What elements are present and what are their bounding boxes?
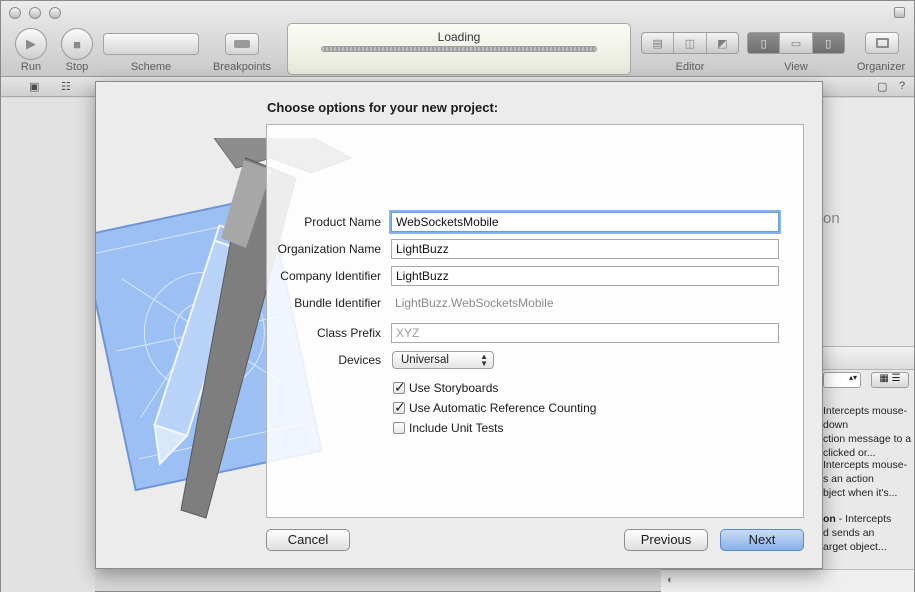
company-identifier-field[interactable]: LightBuzz bbox=[391, 266, 779, 286]
library-item-3-title: on bbox=[823, 513, 836, 525]
navigator-toggle-icon[interactable]: ▯ bbox=[748, 33, 781, 53]
library-item-2-line2: s an action bbox=[823, 473, 874, 485]
utilities-area: on ▴▾ ▦ ☰ Intercepts mouse-down ction me… bbox=[823, 98, 914, 592]
assistant-editor-icon[interactable]: ◫ bbox=[674, 33, 707, 53]
library-item-2-line3: bject when it's... bbox=[823, 487, 898, 499]
options-panel: Product Name WebSocketsMobile Organizati… bbox=[266, 124, 804, 518]
use-arc-label: Use Automatic Reference Counting bbox=[409, 401, 597, 415]
breakpoint-icon bbox=[234, 40, 250, 48]
quick-help-icon[interactable]: ? bbox=[899, 80, 905, 92]
stop-icon: ■ bbox=[73, 36, 81, 52]
use-storyboards-checkbox[interactable]: ✓ bbox=[393, 379, 406, 395]
view-segmented-control[interactable]: ▯ ▭ ▯ bbox=[747, 32, 845, 54]
editor-label: Editor bbox=[675, 61, 705, 73]
toolbar: ▶ Run ■ Stop Scheme Breakpoints Loading … bbox=[1, 1, 914, 77]
stop-label: Stop bbox=[65, 61, 89, 73]
popup-arrows-icon: ▲ ▼ bbox=[480, 352, 488, 368]
library-bar bbox=[823, 346, 914, 370]
xcode-window: ▶ Run ■ Stop Scheme Breakpoints Loading … bbox=[0, 0, 915, 592]
activity-status: Loading bbox=[437, 30, 481, 44]
organizer-icon bbox=[876, 38, 889, 48]
library-item-3-line2: d sends an bbox=[823, 527, 875, 539]
close-window-button[interactable] bbox=[9, 7, 21, 19]
library-item-3: on - Intercepts d sends an arget object.… bbox=[823, 512, 891, 554]
library-item-3-line1: - Intercepts bbox=[838, 513, 892, 525]
library-item-2-line1: Intercepts mouse- bbox=[823, 459, 908, 471]
use-storyboards-label: Use Storyboards bbox=[409, 381, 499, 395]
standard-editor-icon[interactable]: ▤ bbox=[642, 33, 675, 53]
bundle-identifier-value: LightBuzz.WebSocketsMobile bbox=[395, 296, 554, 310]
stop-button[interactable]: ■ bbox=[61, 28, 93, 60]
run-button[interactable]: ▶ bbox=[15, 28, 47, 60]
include-unit-tests-checkbox[interactable] bbox=[393, 422, 405, 434]
company-identifier-label: Company Identifier bbox=[280, 269, 381, 283]
inspector-partial-heading: on bbox=[823, 210, 840, 227]
file-inspector-icon[interactable]: ▢ bbox=[877, 80, 887, 93]
library-item-1-line1: Intercepts mouse-down bbox=[823, 405, 908, 431]
library-filter-popup[interactable]: ▴▾ bbox=[823, 372, 861, 388]
fullscreen-icon[interactable] bbox=[894, 7, 905, 18]
play-icon: ▶ bbox=[26, 36, 36, 51]
breakpoints-button[interactable] bbox=[225, 33, 259, 55]
library-item-3-line3: arget object... bbox=[823, 541, 887, 553]
filter-icon[interactable]: ◐ bbox=[667, 574, 674, 586]
activity-viewer: Loading bbox=[287, 23, 631, 75]
class-prefix-field[interactable]: XYZ bbox=[391, 323, 779, 343]
devices-label: Devices bbox=[338, 353, 381, 367]
library-filter-bar: ◐ bbox=[661, 569, 914, 592]
minimize-window-button[interactable] bbox=[29, 7, 41, 19]
version-editor-icon[interactable]: ◩ bbox=[707, 33, 738, 53]
previous-button[interactable]: Previous bbox=[624, 529, 708, 551]
scheme-label: Scheme bbox=[130, 61, 172, 73]
view-label: View bbox=[784, 61, 808, 73]
library-item-1-line2: ction message to a bbox=[823, 433, 912, 445]
project-navigator-icon[interactable]: ▣ bbox=[29, 80, 39, 93]
use-arc-checkbox[interactable]: ✓ bbox=[393, 399, 406, 415]
editor-segmented-control[interactable]: ▤ ◫ ◩ bbox=[641, 32, 739, 54]
organizer-label: Organizer bbox=[856, 61, 906, 73]
organization-name-label: Organization Name bbox=[277, 242, 381, 256]
include-unit-tests-label: Include Unit Tests bbox=[409, 421, 504, 435]
cancel-button[interactable]: Cancel bbox=[266, 529, 350, 551]
breakpoints-label: Breakpoints bbox=[212, 61, 272, 73]
library-view-toggle-icon[interactable]: ▦ ☰ bbox=[871, 372, 909, 388]
symbol-navigator-icon[interactable]: ☷ bbox=[61, 80, 71, 93]
next-button[interactable]: Next bbox=[720, 529, 804, 551]
checkmark-icon: ✓ bbox=[394, 399, 406, 415]
zoom-window-button[interactable] bbox=[49, 7, 61, 19]
activity-progress-bar bbox=[321, 46, 597, 52]
organization-name-field[interactable]: LightBuzz bbox=[391, 239, 779, 259]
new-project-options-sheet: Choose options for your new project: Pro… bbox=[95, 81, 823, 569]
product-name-label: Product Name bbox=[304, 215, 381, 229]
product-name-field[interactable]: WebSocketsMobile bbox=[391, 212, 779, 232]
navigator-area bbox=[1, 98, 95, 592]
library-item-1: Intercepts mouse-down ction message to a… bbox=[823, 404, 914, 460]
organizer-button[interactable] bbox=[865, 32, 899, 54]
bundle-identifier-label: Bundle Identifier bbox=[294, 296, 381, 310]
class-prefix-label: Class Prefix bbox=[316, 326, 381, 340]
devices-popup-value: Universal bbox=[401, 354, 449, 366]
run-label: Run bbox=[20, 61, 42, 73]
devices-popup[interactable]: Universal ▲ ▼ bbox=[392, 351, 494, 369]
library-item-2: Intercepts mouse- s an action bject when… bbox=[823, 458, 907, 500]
checkmark-icon: ✓ bbox=[394, 379, 406, 395]
debug-area-toggle-icon[interactable]: ▭ bbox=[780, 33, 813, 53]
utilities-toggle-icon[interactable]: ▯ bbox=[812, 33, 844, 53]
sheet-title: Choose options for your new project: bbox=[267, 100, 499, 115]
scheme-popup[interactable] bbox=[103, 33, 199, 55]
